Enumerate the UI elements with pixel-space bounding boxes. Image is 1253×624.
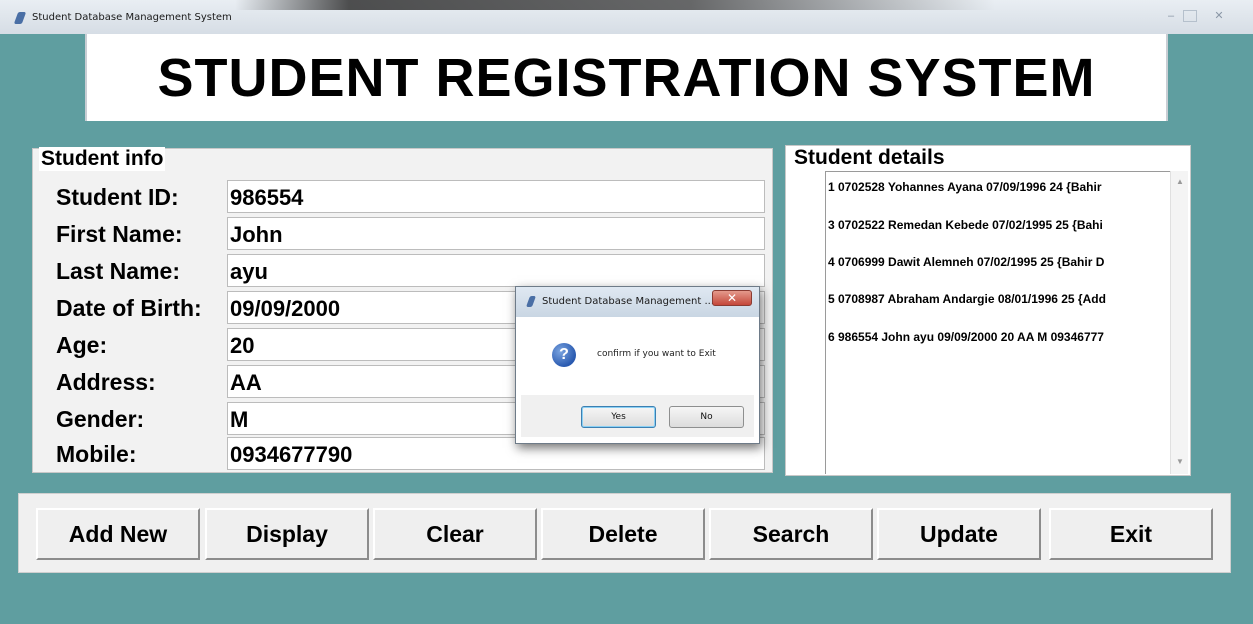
action-button-bar: Add New Display Clear Delete Search Upda… [18, 493, 1231, 573]
no-button[interactable]: No [669, 406, 744, 428]
student-id-field[interactable]: 986554 [227, 180, 765, 213]
listbox-scrollbar[interactable]: ▲ ▼ [1170, 171, 1188, 474]
dialog-titlebar: Student Database Management ... ✕ [516, 287, 759, 317]
window-titlebar: Student Database Management System – ✕ [0, 0, 1253, 34]
student-records-listbox[interactable]: 1 0702528 Yohannes Ayana 07/09/1996 24 {… [825, 171, 1170, 474]
first-name-field[interactable]: John [227, 217, 765, 250]
last-name-label: Last Name: [56, 258, 180, 284]
window-title: Student Database Management System [32, 12, 232, 23]
add-new-button[interactable]: Add New [36, 508, 200, 560]
maximize-icon[interactable] [1183, 10, 1197, 22]
exit-button[interactable]: Exit [1049, 508, 1213, 560]
address-label: Address: [56, 369, 156, 395]
dialog-message: confirm if you want to Exit [597, 349, 716, 359]
dialog-title: Student Database Management ... [542, 296, 715, 307]
scroll-down-icon[interactable]: ▼ [1176, 457, 1184, 466]
dialog-footer: Yes No [521, 395, 754, 437]
date-of-birth-label: Date of Birth: [56, 295, 202, 321]
first-name-label: First Name: [56, 221, 183, 247]
dialog-close-icon[interactable]: ✕ [712, 290, 752, 306]
student-info-label: Student info [39, 147, 166, 171]
feather-icon [525, 296, 537, 307]
update-button[interactable]: Update [877, 508, 1041, 560]
yes-button[interactable]: Yes [581, 406, 656, 428]
age-label: Age: [56, 332, 108, 358]
scroll-up-icon[interactable]: ▲ [1176, 177, 1184, 186]
list-item[interactable]: 4 0706999 Dawit Alemneh 07/02/1995 25 {B… [828, 255, 1104, 269]
close-icon[interactable]: ✕ [1208, 8, 1230, 24]
exit-confirm-dialog: Student Database Management ... ✕ ? conf… [515, 286, 760, 444]
minimize-icon[interactable]: – [1160, 8, 1182, 24]
banner: STUDENT REGISTRATION SYSTEM [85, 34, 1168, 121]
page-title: STUDENT REGISTRATION SYSTEM [157, 47, 1096, 108]
search-button[interactable]: Search [709, 508, 873, 560]
last-name-field[interactable]: ayu [227, 254, 765, 287]
student-details-frame: Student details 1 0702528 Yohannes Ayana… [785, 145, 1191, 476]
mobile-label: Mobile: [56, 441, 137, 467]
display-button[interactable]: Display [205, 508, 369, 560]
clear-button[interactable]: Clear [373, 508, 537, 560]
delete-button[interactable]: Delete [541, 508, 705, 560]
list-item[interactable]: 5 0708987 Abraham Andargie 08/01/1996 25… [828, 292, 1106, 306]
list-item[interactable]: 3 0702522 Remedan Kebede 07/02/1995 25 {… [828, 218, 1103, 232]
list-item[interactable]: 6 986554 John ayu 09/09/2000 20 AA M 093… [828, 330, 1104, 344]
feather-icon [13, 12, 27, 24]
student-details-label: Student details [792, 146, 947, 170]
student-id-label: Student ID: [56, 184, 179, 210]
question-icon: ? [552, 343, 576, 367]
dialog-body: ? confirm if you want to Exit [521, 319, 754, 395]
gender-label: Gender: [56, 406, 145, 432]
titlebar-shadow [235, 0, 995, 10]
list-item[interactable]: 1 0702528 Yohannes Ayana 07/09/1996 24 {… [828, 180, 1102, 194]
